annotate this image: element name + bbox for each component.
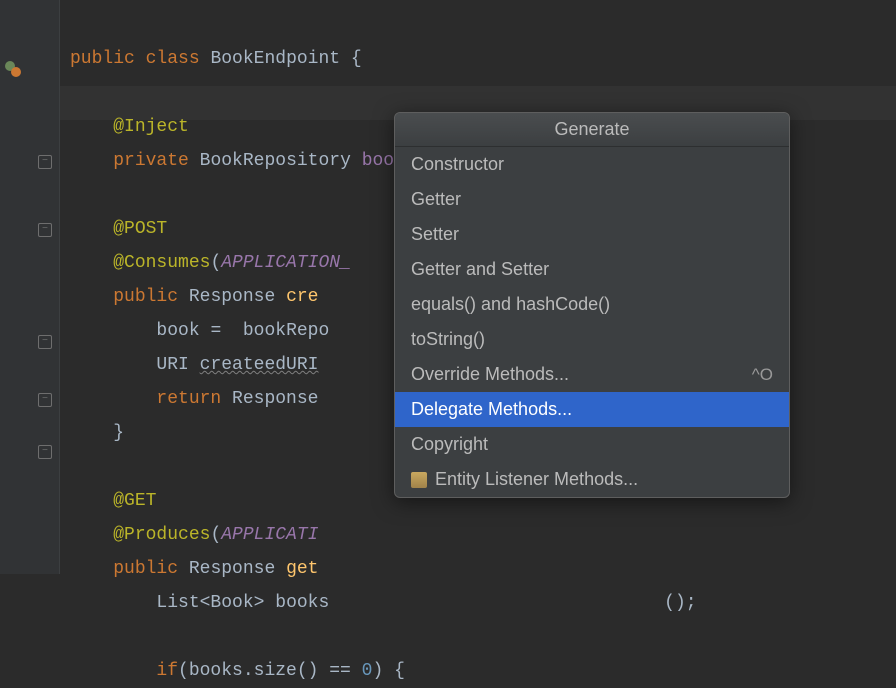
popup-item-getter-and-setter[interactable]: Getter and Setter <box>395 252 789 287</box>
operator: = <box>200 321 243 341</box>
fold-toggle-icon[interactable]: − <box>38 445 56 463</box>
type: Response <box>189 287 275 307</box>
variable: book <box>156 321 199 341</box>
type: Response <box>189 559 275 579</box>
variable-warning: createedURI <box>200 355 319 375</box>
keyword: return <box>156 389 221 409</box>
keyword: public <box>70 49 135 69</box>
popup-item-shortcut: ^O <box>752 365 773 385</box>
expr: (books.size() == <box>178 661 362 681</box>
generate-popup: Generate Constructor Getter Setter Getter a… <box>394 112 790 498</box>
variable: books <box>275 593 329 613</box>
editor-gutter: − − − − − <box>0 0 60 574</box>
code-text: (); <box>664 593 696 613</box>
annotation: @Consumes <box>113 253 210 273</box>
popup-item-label: Entity Listener Methods... <box>435 469 638 490</box>
entity-listener-icon <box>411 472 427 488</box>
brace: } <box>113 423 124 443</box>
popup-item-label: Setter <box>411 224 459 245</box>
popup-item-copyright[interactable]: Copyright <box>395 427 789 462</box>
expr: Response <box>232 389 318 409</box>
annotation: @GET <box>113 491 156 511</box>
annotation: @Inject <box>113 117 189 137</box>
popup-item-override-methods[interactable]: Override Methods... ^O <box>395 357 789 392</box>
annotation: @POST <box>113 219 167 239</box>
method: cre <box>286 287 318 307</box>
brace: { <box>340 49 362 69</box>
fold-toggle-icon[interactable]: − <box>38 335 56 353</box>
popup-item-label: Delegate Methods... <box>411 399 572 420</box>
number: 0 <box>362 661 373 681</box>
popup-item-label: Copyright <box>411 434 488 455</box>
popup-item-label: Override Methods... <box>411 364 569 385</box>
popup-item-delegate-methods[interactable]: Delegate Methods... <box>395 392 789 427</box>
paren: ( <box>210 525 221 545</box>
fold-toggle-icon[interactable]: − <box>38 393 56 411</box>
keyword: if <box>156 661 178 681</box>
type: URI <box>156 355 188 375</box>
popup-title: Generate <box>395 113 789 147</box>
keyword: public <box>113 559 178 579</box>
paren: ( <box>210 253 221 273</box>
popup-item-label: Getter and Setter <box>411 259 549 280</box>
popup-item-tostring[interactable]: toString() <box>395 322 789 357</box>
popup-item-equals-and-hashcode[interactable]: equals() and hashCode() <box>395 287 789 322</box>
fold-toggle-icon[interactable]: − <box>38 223 56 241</box>
keyword: class <box>146 49 200 69</box>
type: BookRepository <box>200 151 351 171</box>
popup-item-getter[interactable]: Getter <box>395 182 789 217</box>
fold-toggle-icon[interactable]: − <box>38 155 56 173</box>
popup-item-entity-listener-methods[interactable]: Entity Listener Methods... <box>395 462 789 497</box>
popup-item-label: equals() and hashCode() <box>411 294 610 315</box>
class-name: BookEndpoint <box>210 49 340 69</box>
method: get <box>286 559 318 579</box>
constant: APPLICATION_ <box>221 253 351 273</box>
popup-item-setter[interactable]: Setter <box>395 217 789 252</box>
popup-item-label: Constructor <box>411 154 504 175</box>
bean-icon <box>4 60 22 78</box>
popup-item-constructor[interactable]: Constructor <box>395 147 789 182</box>
type: List<Book> <box>156 593 264 613</box>
keyword: public <box>113 287 178 307</box>
popup-item-label: toString() <box>411 329 485 350</box>
keyword: private <box>113 151 189 171</box>
popup-item-label: Getter <box>411 189 461 210</box>
constant: APPLICATI <box>221 525 318 545</box>
code-text: ) { <box>372 661 404 681</box>
annotation: @Produces <box>113 525 210 545</box>
expr: bookRepo <box>243 321 329 341</box>
